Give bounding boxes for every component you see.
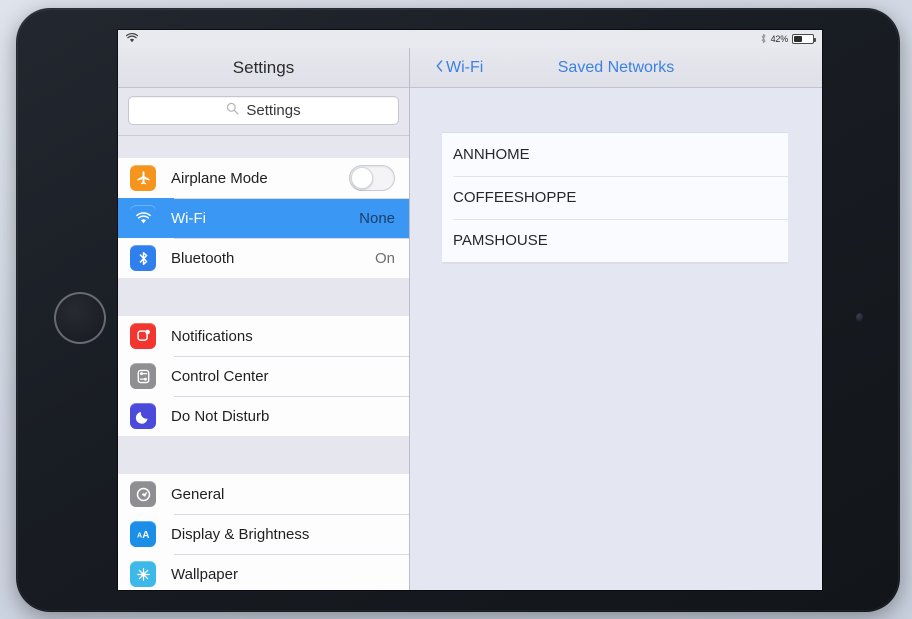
back-button-label: Wi-Fi bbox=[446, 59, 483, 77]
sidebar-item-value: On bbox=[375, 250, 395, 267]
front-camera-icon bbox=[856, 313, 863, 322]
search-icon bbox=[226, 102, 239, 120]
screenshot-root: 42% Settings bbox=[0, 0, 912, 619]
sidebar-item-label: Display & Brightness bbox=[171, 526, 309, 543]
notifications-icon bbox=[130, 323, 156, 349]
row-separator bbox=[174, 238, 409, 239]
status-bar-left bbox=[126, 33, 138, 45]
saved-network-row[interactable]: PAMSHOUSE bbox=[442, 219, 788, 262]
search-input-value: Settings bbox=[246, 102, 300, 119]
airplane-mode-toggle[interactable] bbox=[349, 165, 395, 191]
sidebar-item-label: Wallpaper bbox=[171, 566, 238, 583]
home-button[interactable] bbox=[54, 292, 106, 344]
sidebar-item-display-brightness[interactable]: AA Display & Brightness bbox=[118, 514, 409, 554]
back-button[interactable]: Wi-Fi bbox=[436, 59, 483, 77]
status-bar: 42% bbox=[118, 30, 822, 48]
sidebar-list[interactable]: Airplane Mode Wi-Fi None Bluetooth On Notific… bbox=[118, 136, 409, 590]
sidebar-group: Airplane Mode Wi-Fi None Bluetooth On bbox=[118, 158, 409, 278]
sidebar-item-label: Do Not Disturb bbox=[171, 408, 269, 425]
row-separator bbox=[174, 356, 409, 357]
network-ssid: COFFEESHOPPE bbox=[453, 189, 576, 206]
saved-network-row[interactable]: COFFEESHOPPE bbox=[442, 176, 788, 219]
sidebar-item-label: Bluetooth bbox=[171, 250, 234, 267]
sidebar-group: General AA Display & Brightness Wallpaper bbox=[118, 474, 409, 590]
battery-icon bbox=[792, 34, 814, 44]
sidebar-item-value: None bbox=[359, 210, 395, 227]
sidebar-item-airplane-mode[interactable]: Airplane Mode bbox=[118, 158, 409, 198]
wifi-icon bbox=[126, 33, 138, 45]
settings-sidebar: Settings Settings bbox=[118, 48, 410, 590]
status-bar-right: 42% bbox=[760, 33, 814, 46]
detail-body: ANNHOME COFFEESHOPPE PAMSHOUSE bbox=[410, 88, 822, 590]
row-separator bbox=[174, 396, 409, 397]
saved-network-row[interactable]: ANNHOME bbox=[442, 133, 788, 176]
toggle-knob bbox=[351, 167, 373, 189]
sidebar-item-do-not-disturb[interactable]: Do Not Disturb bbox=[118, 396, 409, 436]
sidebar-group: Notifications Control Center Do Not Distur… bbox=[118, 316, 409, 436]
sidebar-group-gap bbox=[118, 136, 409, 158]
wallpaper-icon bbox=[130, 561, 156, 587]
sidebar-item-wallpaper[interactable]: Wallpaper bbox=[118, 554, 409, 590]
sidebar-item-label: Airplane Mode bbox=[171, 170, 268, 187]
network-ssid: PAMSHOUSE bbox=[453, 232, 548, 249]
control-center-icon bbox=[130, 363, 156, 389]
row-separator bbox=[174, 554, 409, 555]
svg-text:A: A bbox=[142, 530, 149, 541]
search-container: Settings bbox=[118, 88, 409, 136]
sidebar-group-gap bbox=[118, 278, 409, 316]
sidebar-item-general[interactable]: General bbox=[118, 474, 409, 514]
tablet-device: 42% Settings bbox=[16, 8, 900, 612]
display-brightness-icon: AA bbox=[130, 521, 156, 547]
detail-pane: Wi-Fi Saved Networks ANNHOME COFFEESHOPPE… bbox=[410, 48, 822, 590]
bluetooth-icon bbox=[760, 33, 767, 46]
split-view: Settings Settings bbox=[118, 48, 822, 590]
battery-percent-label: 42% bbox=[771, 34, 788, 44]
sidebar-item-label: Control Center bbox=[171, 368, 269, 385]
sidebar-item-notifications[interactable]: Notifications bbox=[118, 316, 409, 356]
network-ssid: ANNHOME bbox=[453, 146, 530, 163]
do-not-disturb-icon bbox=[130, 403, 156, 429]
sidebar-item-bluetooth[interactable]: Bluetooth On bbox=[118, 238, 409, 278]
sidebar-item-wi-fi[interactable]: Wi-Fi None bbox=[118, 198, 409, 238]
saved-networks-list[interactable]: ANNHOME COFFEESHOPPE PAMSHOUSE bbox=[442, 132, 788, 263]
tablet-screen: 42% Settings bbox=[118, 30, 822, 590]
gear-icon bbox=[130, 481, 156, 507]
page-title: Settings bbox=[233, 58, 294, 78]
wifi-icon bbox=[130, 205, 156, 231]
sidebar-item-label: General bbox=[171, 486, 224, 503]
row-separator bbox=[174, 514, 409, 515]
chevron-left-icon bbox=[436, 59, 443, 77]
sidebar-item-label: Notifications bbox=[171, 328, 253, 345]
sidebar-header: Settings bbox=[118, 48, 409, 88]
row-separator bbox=[174, 198, 409, 199]
airplane-icon bbox=[130, 165, 156, 191]
search-input[interactable]: Settings bbox=[128, 96, 399, 125]
sidebar-item-label: Wi-Fi bbox=[171, 210, 206, 227]
sidebar-item-control-center[interactable]: Control Center bbox=[118, 356, 409, 396]
sidebar-group-gap bbox=[118, 436, 409, 474]
bluetooth-icon bbox=[130, 245, 156, 271]
detail-header: Wi-Fi Saved Networks bbox=[410, 48, 822, 88]
